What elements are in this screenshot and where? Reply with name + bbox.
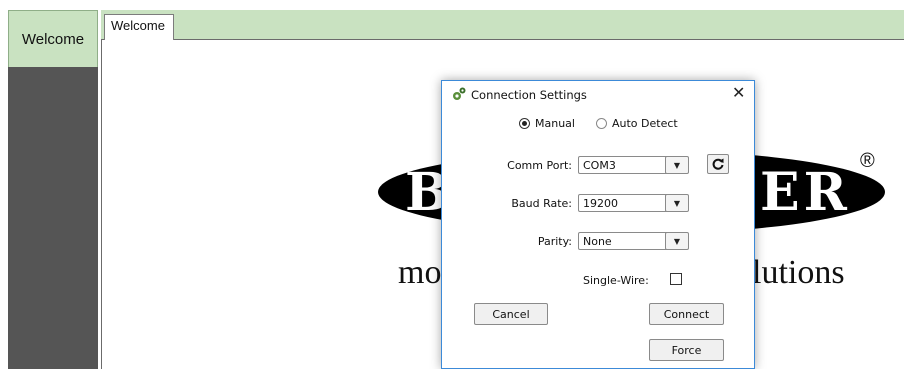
- radio-manual-circle[interactable]: [519, 118, 530, 129]
- radio-auto-detect-circle[interactable]: [596, 118, 607, 129]
- dialog-title: Connection Settings: [471, 88, 587, 102]
- parity-label: Parity:: [537, 235, 572, 248]
- left-nav-panel: Welcome: [8, 10, 98, 369]
- chevron-down-icon[interactable]: ▼: [665, 232, 689, 250]
- tab-welcome[interactable]: Welcome: [104, 14, 174, 41]
- registered-mark: ®: [860, 150, 875, 172]
- connect-button[interactable]: Connect: [649, 303, 724, 325]
- radio-manual[interactable]: Manual: [519, 117, 575, 130]
- force-button-label: Force: [671, 343, 702, 357]
- cancel-button[interactable]: Cancel: [474, 303, 548, 325]
- baud-rate-value: 19200: [583, 197, 618, 210]
- single-wire-label: Single-Wire:: [583, 274, 649, 287]
- parity-select[interactable]: None ▼: [578, 232, 689, 250]
- baud-rate-select[interactable]: 19200 ▼: [578, 194, 689, 212]
- radio-manual-label: Manual: [535, 117, 575, 130]
- radio-auto-detect[interactable]: Auto Detect: [596, 117, 678, 130]
- tab-welcome-label: Welcome: [111, 18, 165, 33]
- baud-rate-label: Baud Rate:: [511, 197, 572, 210]
- refresh-icon: [712, 158, 724, 170]
- nav-tab-welcome-label: Welcome: [21, 30, 85, 48]
- refresh-ports-button[interactable]: [707, 154, 729, 174]
- comm-port-value: COM3: [583, 159, 616, 172]
- close-icon[interactable]: ✕: [732, 85, 745, 101]
- tagline-right: lutions: [752, 254, 845, 291]
- chevron-down-icon[interactable]: ▼: [665, 194, 689, 212]
- force-button[interactable]: Force: [649, 339, 724, 361]
- chevron-down-icon[interactable]: ▼: [665, 156, 689, 174]
- nav-tab-welcome[interactable]: Welcome: [8, 10, 98, 67]
- parity-value: None: [583, 235, 612, 248]
- connection-settings-dialog: Connection Settings ✕ Manual Auto Detect…: [441, 80, 755, 369]
- comm-port-select[interactable]: COM3 ▼: [578, 156, 689, 174]
- app-gear-icon: [451, 86, 467, 102]
- tab-strip: [101, 10, 904, 40]
- comm-port-label: Comm Port:: [507, 159, 572, 172]
- single-wire-checkbox[interactable]: [670, 273, 682, 285]
- radio-auto-detect-label: Auto Detect: [612, 117, 678, 130]
- tagline-left: mo: [398, 254, 442, 291]
- connect-button-label: Connect: [663, 307, 710, 321]
- logo-letters-right: ER: [760, 162, 851, 223]
- cancel-button-label: Cancel: [492, 307, 530, 321]
